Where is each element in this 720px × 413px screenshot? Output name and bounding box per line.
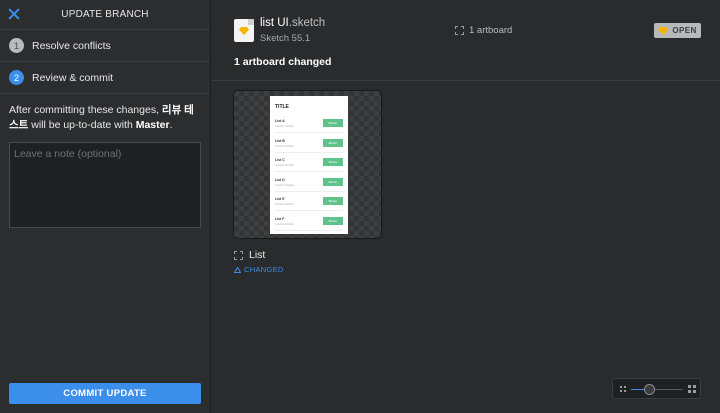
preview-item-subtitle: Subtitle blablah xyxy=(275,163,295,167)
preview-item-subtitle: Subtitle blablah xyxy=(275,182,295,187)
close-icon[interactable] xyxy=(8,8,20,20)
artboard-thumbnail[interactable]: TITLE List A Subtitle blablah Button List B… xyxy=(233,90,382,239)
description-prefix: After committing these changes, xyxy=(9,104,162,116)
preview-list-item: List D Subtitle blablah Button xyxy=(275,177,343,192)
preview-item-subtitle: Subtitle blablah xyxy=(275,143,295,148)
preview-list-item: List C Subtitle blablah Button xyxy=(275,157,343,172)
preview-item-subtitle: Subtitle blablah xyxy=(275,124,295,128)
artboard-preview: TITLE List A Subtitle blablah Button List B… xyxy=(270,96,348,234)
status-badge: CHANGED xyxy=(244,265,284,274)
step-number-badge: 2 xyxy=(9,70,24,85)
preview-list-item: List A Subtitle blablah Button xyxy=(275,118,343,133)
preview-list-item: List F Subtitle blablah Button xyxy=(275,216,343,231)
changes-summary: 1 artboard changed xyxy=(234,56,332,68)
preview-item-name: List C xyxy=(275,158,285,162)
zoom-slider[interactable] xyxy=(631,384,683,395)
target-branch-name: Master xyxy=(135,119,170,131)
review-panel: list UI.sketch Sketch 55.1 1 artboard OP… xyxy=(212,0,720,413)
zoom-slider-handle[interactable] xyxy=(644,384,656,395)
artboard-status: CHANGED xyxy=(234,265,284,274)
zoom-control xyxy=(612,378,701,399)
preview-list-item: List E Subtitle blablah Button xyxy=(275,196,343,211)
artboard-icon xyxy=(234,250,243,260)
preview-item-button: Button xyxy=(323,158,343,166)
preview-item-button: Button xyxy=(323,177,343,186)
panel-header: UPDATE BRANCH xyxy=(0,0,210,30)
preview-item-subtitle: Subtitle blablah xyxy=(275,221,295,226)
step-label: Resolve conflicts xyxy=(32,39,111,52)
step-review-commit[interactable]: 2 Review & commit xyxy=(0,62,210,94)
artboard-name[interactable]: List xyxy=(234,249,265,261)
file-name: list UI.sketch xyxy=(260,17,325,29)
preview-item-name: List A xyxy=(275,119,285,123)
commit-note-input[interactable] xyxy=(9,142,201,228)
step-number-badge: 1 xyxy=(9,38,24,53)
sketch-diamond-icon xyxy=(239,27,249,35)
file-name-base: list UI xyxy=(260,17,289,29)
preview-item-name: List D xyxy=(275,177,285,182)
step-resolve-conflicts[interactable]: 1 Resolve conflicts xyxy=(0,30,210,62)
preview-item-button: Button xyxy=(323,119,343,127)
preview-item-subtitle: Subtitle blablah xyxy=(275,202,295,206)
artboard-count-label: 1 artboard xyxy=(469,25,513,36)
preview-title: TITLE xyxy=(275,104,289,110)
artboard-count: 1 artboard xyxy=(455,25,512,36)
file-extension: .sketch xyxy=(288,17,326,29)
preview-item-button: Button xyxy=(323,216,343,225)
panel-title: UPDATE BRANCH xyxy=(61,9,149,20)
description-middle: will be up-to-date with xyxy=(28,119,136,131)
sketch-file-icon xyxy=(234,19,254,42)
file-version: Sketch 55.1 xyxy=(260,33,311,44)
preview-item-name: List B xyxy=(275,138,285,143)
divider xyxy=(212,80,720,81)
zoom-in-grid-icon[interactable] xyxy=(688,385,696,393)
commit-update-button[interactable]: COMMIT UPDATE xyxy=(9,383,201,404)
zoom-out-grid-icon[interactable] xyxy=(620,386,626,392)
triangle-icon xyxy=(234,266,241,273)
open-button-label: OPEN xyxy=(672,26,697,35)
artboard-name-label: List xyxy=(249,249,266,261)
preview-list-item: List B Subtitle blablah Button xyxy=(275,138,343,153)
artboard-icon xyxy=(455,26,464,35)
description-suffix: . xyxy=(169,119,173,131)
preview-item-button: Button xyxy=(323,138,343,147)
update-branch-panel: UPDATE BRANCH 1 Resolve conflicts 2 Revi… xyxy=(0,0,211,413)
open-file-button[interactable]: OPEN xyxy=(654,23,701,38)
preview-item-button: Button xyxy=(323,197,343,205)
sketch-diamond-icon xyxy=(658,26,669,35)
commit-description: After committing these changes, 리뷰 테스트 w… xyxy=(0,94,210,133)
preview-item-name: List F xyxy=(275,216,285,221)
preview-item-name: List E xyxy=(275,197,285,201)
step-label: Review & commit xyxy=(32,71,114,84)
